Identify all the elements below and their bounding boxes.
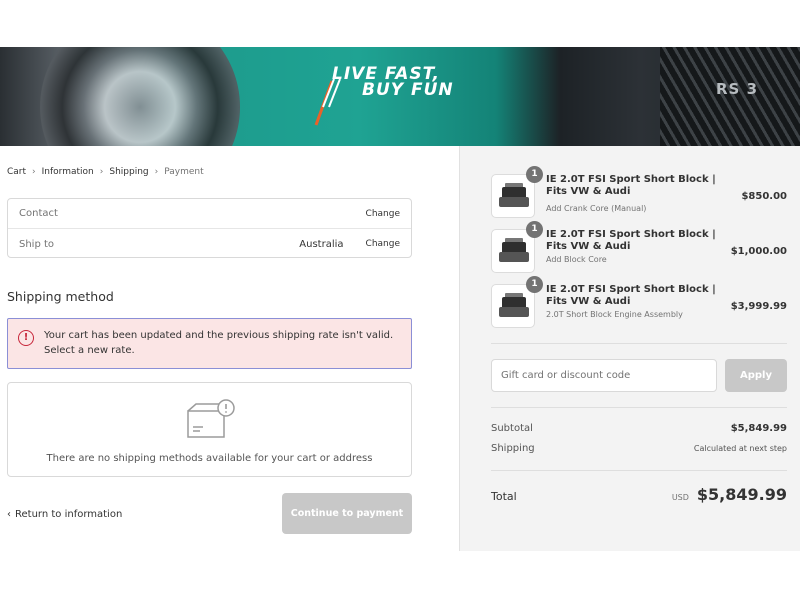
subtotal-label: Subtotal [491,423,533,434]
line-price: $850.00 [741,191,787,202]
shipping-value: Calculated at next step [693,444,787,453]
divider [491,470,787,471]
change-contact-link[interactable]: Change [366,209,400,219]
divider [491,343,787,344]
review-block: Contact Change Ship to Australia Change [7,198,412,258]
divider [491,407,787,408]
car-badge: RS 3 [716,80,759,98]
alert-message: Your cart has been updated and the previ… [44,330,394,356]
quantity-badge: 1 [526,166,543,183]
logo-stripes-icon [314,78,341,126]
shipping-method-title: Shipping method [7,289,114,304]
total-value: $5,849.99 [696,485,787,504]
chevron-left-icon: ‹ [7,509,11,520]
subtotal-row: Subtotal $5,849.99 [491,423,787,434]
line-item: 1 IE 2.0T FSI Sport Short Block | Fits V… [491,166,787,220]
product-variant: Add Crank Core (Manual) [546,204,647,213]
alert-circle-icon: ! [18,330,34,346]
line-item: 1 IE 2.0T FSI Sport Short Block | Fits V… [491,276,787,330]
store-banner: RS 3 LIVE FAST, BUY FUN [0,47,800,146]
line-item: 1 IE 2.0T FSI Sport Short Block | Fits V… [491,221,787,275]
shipping-rate-alert: ! Your cart has been updated and the pre… [7,318,412,369]
ship-to-value: Australia [299,238,344,250]
product-variant: Add Block Core [546,255,607,264]
breadcrumb-payment: Payment [164,167,204,177]
contact-row: Contact Change [8,199,411,229]
quantity-badge: 1 [526,221,543,238]
change-ship-to-link[interactable]: Change [366,239,400,249]
breadcrumb-cart[interactable]: Cart [7,167,26,177]
contact-label: Contact [19,208,58,219]
top-blank-area [0,0,800,47]
total-label: Total [491,490,517,503]
order-summary: 1 IE 2.0T FSI Sport Short Block | Fits V… [459,146,800,551]
chevron-right-icon: › [32,167,36,177]
continue-to-payment-button[interactable]: Continue to payment [282,493,412,534]
no-methods-message: There are no shipping methods available … [46,453,373,464]
product-name: IE 2.0T FSI Sport Short Block | Fits VW … [546,284,716,307]
apply-discount-button[interactable]: Apply [725,359,787,392]
checkout-main: Cart › Information › Shipping › Payment … [0,146,459,551]
discount-code-input[interactable]: Gift card or discount code [491,359,717,392]
shipping-label: Shipping [491,443,535,454]
line-price: $3,999.99 [730,301,787,312]
package-warning-icon [187,399,235,438]
product-name: IE 2.0T FSI Sport Short Block | Fits VW … [546,174,716,197]
breadcrumb: Cart › Information › Shipping › Payment [7,167,204,177]
chevron-right-icon: › [99,167,104,177]
currency-code: USD [671,493,689,502]
line-price: $1,000.00 [730,246,787,257]
shipping-row: Shipping Calculated at next step [491,443,787,454]
store-logo-line2[interactable]: BUY FUN [362,80,454,100]
return-label: Return to information [15,509,123,520]
subtotal-value: $5,849.99 [730,423,787,434]
total-row: Total USD $5,849.99 [491,485,787,504]
product-variant: 2.0T Short Block Engine Assembly [546,310,683,319]
breadcrumb-shipping: Shipping [109,167,149,177]
product-name: IE 2.0T FSI Sport Short Block | Fits VW … [546,229,716,252]
chevron-right-icon: › [154,167,159,177]
quantity-badge: 1 [526,276,543,293]
ship-to-row: Ship to Australia Change [8,229,411,259]
ship-to-label: Ship to [19,238,55,250]
return-to-information-link[interactable]: ‹ Return to information [7,509,122,520]
breadcrumb-information[interactable]: Information [42,167,94,177]
no-shipping-methods-panel: There are no shipping methods available … [7,382,412,477]
car-wheel-image [40,47,240,146]
